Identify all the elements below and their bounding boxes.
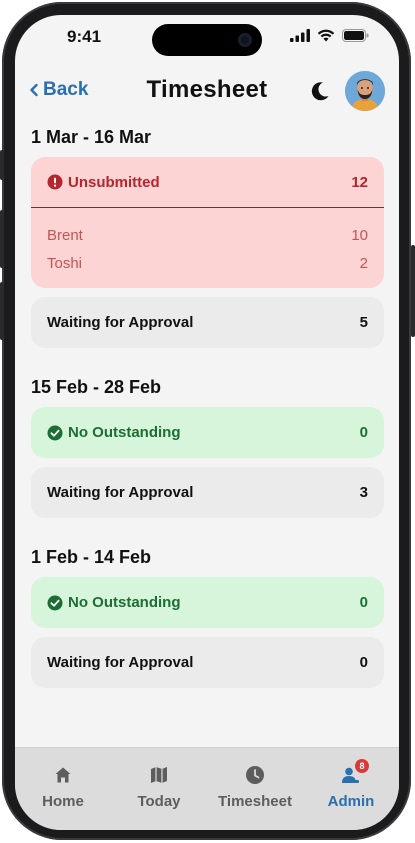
waiting-count: 5 (359, 314, 368, 331)
waiting-label: Waiting for Approval (47, 314, 194, 331)
unsubmitted-count: 12 (351, 173, 368, 191)
period-title: 1 Feb - 14 Feb (31, 547, 152, 567)
tab-bar: Home Today Timesheet 8 Admin (15, 747, 399, 830)
dynamic-island (152, 24, 262, 56)
person-name: Brent (47, 226, 83, 244)
check-circle-icon (47, 425, 63, 440)
no-outstanding-label: No Outstanding (68, 424, 181, 441)
unsubmitted-summary[interactable]: Unsubmitted 12 (31, 157, 384, 207)
tab-timesheet[interactable]: Timesheet (207, 748, 303, 830)
waiting-count: 0 (359, 654, 368, 671)
moon-icon[interactable] (309, 80, 331, 102)
user-avatar-icon (345, 71, 385, 111)
waiting-approval-card[interactable]: Waiting for Approval 5 (31, 297, 384, 348)
waiting-approval-card[interactable]: Waiting for Approval 0 (31, 637, 384, 688)
period-title: 15 Feb - 28 Feb (31, 377, 162, 397)
period-section: 15 Feb - 28 Feb No Outstanding 0 Waiting… (31, 373, 384, 518)
no-outstanding-card[interactable]: No Outstanding 0 (31, 407, 384, 458)
signal-icon (290, 29, 310, 42)
person-count: 10 (351, 226, 368, 244)
tab-home[interactable]: Home (15, 748, 111, 830)
notification-badge: 8 (355, 759, 369, 773)
status-time: 9:41 (67, 27, 102, 46)
tab-admin[interactable]: 8 Admin (303, 748, 399, 830)
tab-today[interactable]: Today (111, 748, 207, 830)
people-list: Brent 10 Toshi 2 (31, 208, 384, 288)
period-title: 1 Mar - 16 Mar (31, 127, 152, 147)
tab-label: Today (137, 793, 181, 810)
page-title: Timesheet (146, 76, 268, 103)
person-count: 2 (359, 254, 368, 272)
check-circle-icon (47, 595, 63, 610)
status-icons (290, 29, 369, 42)
period-section: 1 Feb - 14 Feb No Outstanding 0 Waiting … (31, 543, 384, 688)
map-icon (151, 767, 167, 783)
outstanding-count: 0 (359, 594, 368, 611)
no-outstanding-card[interactable]: No Outstanding 0 (31, 577, 384, 628)
volume-up-button (0, 210, 4, 268)
action-button (0, 150, 4, 180)
clock-icon (246, 766, 264, 784)
list-item[interactable]: Toshi 2 (31, 249, 384, 277)
home-icon (55, 767, 71, 783)
list-item[interactable]: Brent 10 (31, 221, 384, 249)
camera-icon (238, 33, 252, 47)
no-outstanding-label: No Outstanding (68, 594, 181, 611)
unsubmitted-label: Unsubmitted (68, 173, 160, 191)
period-section: 1 Mar - 16 Mar Unsubmitted 12 Brent 10 T… (31, 123, 384, 348)
tab-label: Admin (327, 793, 375, 810)
app-screen: 9:41 Back Timesheet 1 Mar - 16 Mar Unsub… (15, 15, 399, 830)
header: Back Timesheet (15, 67, 399, 115)
person-name: Toshi (47, 254, 83, 272)
outstanding-count: 0 (359, 424, 368, 441)
unsubmitted-card[interactable]: Unsubmitted 12 Brent 10 Toshi 2 (31, 157, 384, 288)
tab-label: Timesheet (218, 793, 292, 810)
status-bar: 9:41 (15, 15, 399, 63)
tab-label: Home (42, 793, 84, 810)
power-button (411, 245, 415, 337)
waiting-label: Waiting for Approval (47, 484, 194, 501)
battery-icon (342, 29, 369, 42)
volume-down-button (0, 282, 4, 340)
waiting-approval-card[interactable]: Waiting for Approval 3 (31, 467, 384, 518)
waiting-label: Waiting for Approval (47, 654, 194, 671)
timesheet-list: 1 Mar - 16 Mar Unsubmitted 12 Brent 10 T… (31, 123, 384, 703)
avatar[interactable] (345, 71, 385, 111)
wifi-icon (317, 29, 335, 42)
waiting-count: 3 (359, 484, 368, 501)
alert-circle-icon (47, 174, 63, 190)
